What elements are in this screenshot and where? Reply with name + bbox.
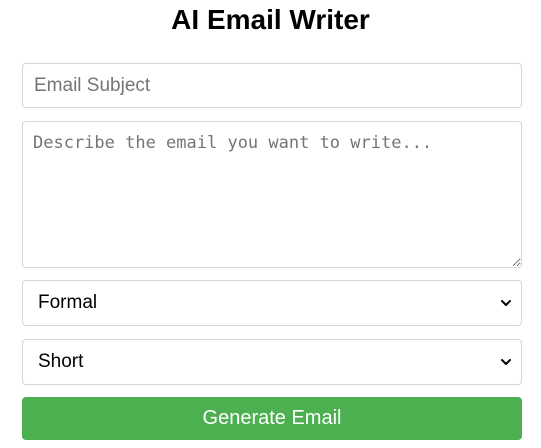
length-select[interactable]: Short — [22, 339, 522, 385]
generate-email-button[interactable]: Generate Email — [22, 397, 522, 440]
chevron-down-icon — [501, 359, 511, 365]
chevron-down-icon — [501, 300, 511, 306]
email-subject-input[interactable] — [22, 63, 522, 108]
email-writer-app: AI Email Writer Formal Short Generate Em… — [0, 0, 541, 448]
email-description-textarea[interactable] — [22, 121, 522, 268]
tone-select-value: Formal — [38, 292, 98, 313]
page-title: AI Email Writer — [171, 4, 370, 35]
length-select-value: Short — [38, 351, 84, 372]
tone-select[interactable]: Formal — [22, 280, 522, 326]
